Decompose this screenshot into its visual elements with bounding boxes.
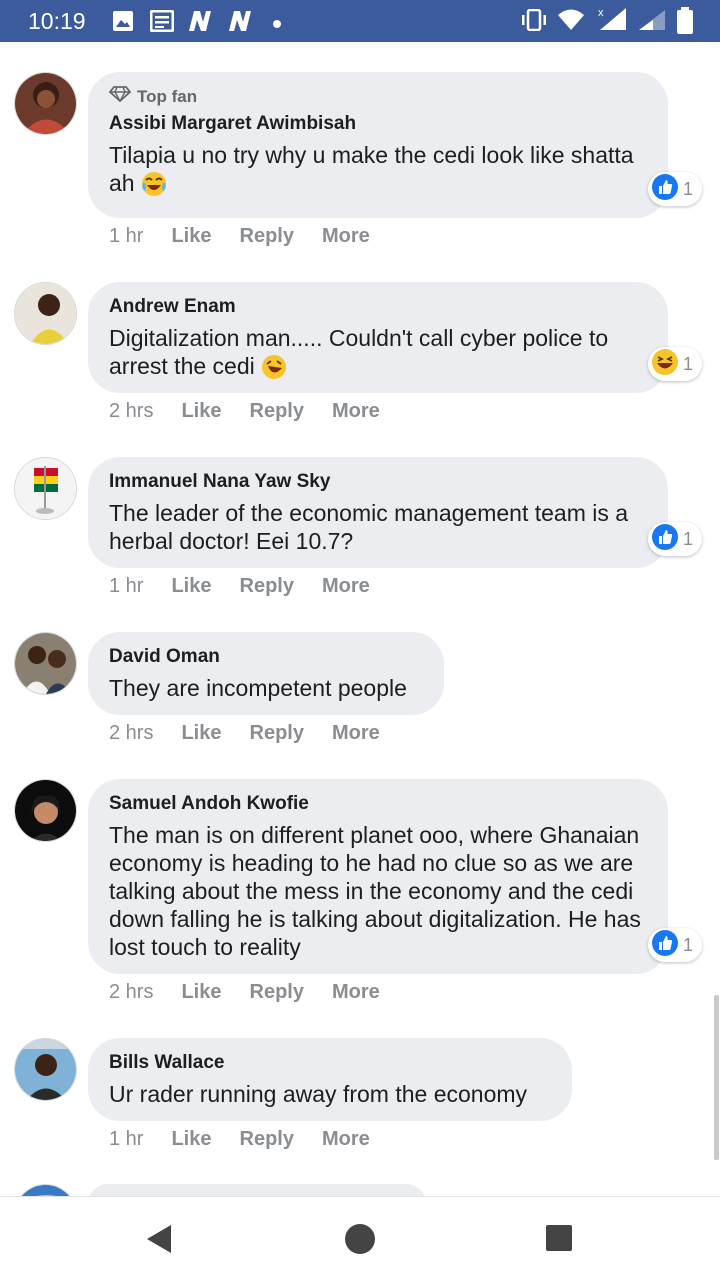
like-button[interactable]: Like: [171, 1128, 211, 1151]
status-bar: 10:19 x: [0, 0, 720, 42]
comment-time[interactable]: 1 hr: [109, 1128, 143, 1151]
dot-icon: [272, 16, 282, 34]
comment-text: The man is on different planet ooo, wher…: [109, 822, 641, 960]
rofl-emoji-icon: [261, 354, 287, 386]
like-button[interactable]: Like: [181, 981, 221, 1004]
n-app-icon: [186, 8, 214, 39]
more-button[interactable]: More: [332, 400, 380, 423]
signal-icon: x: [597, 6, 629, 37]
comment-text-body: Digitalization man..... Couldn't call cy…: [109, 325, 609, 379]
like-button[interactable]: Like: [181, 400, 221, 423]
comment-bubble[interactable]: Immanuel Nana Yaw Sky The leader of the …: [88, 457, 668, 568]
avatar[interactable]: [14, 282, 77, 345]
diamond-icon: [108, 86, 132, 107]
comment-text: The leader of the economic management te…: [109, 500, 629, 554]
avatar[interactable]: [14, 1184, 77, 1196]
comment-text: Digitalization man..... Couldn't call cy…: [109, 324, 648, 386]
back-icon[interactable]: [144, 1223, 174, 1260]
reaction-count[interactable]: 1: [648, 522, 702, 556]
avatar[interactable]: [14, 779, 77, 842]
comments-feed[interactable]: Top fan Assibi Margaret Awimbisah Tilapi…: [0, 42, 720, 1196]
recents-icon[interactable]: [545, 1224, 573, 1257]
more-button[interactable]: More: [322, 1128, 370, 1151]
avatar[interactable]: [14, 1038, 77, 1101]
battery-icon: [676, 7, 694, 40]
more-button[interactable]: More: [332, 981, 380, 1004]
reaction-count-label: 1: [683, 178, 694, 199]
reaction-count-label: 1: [683, 353, 694, 374]
wifi-icon: [557, 8, 585, 37]
badge-label: Top fan: [137, 86, 198, 106]
comment-author[interactable]: Bills Wallace: [109, 1052, 552, 1074]
comment-actions: 1 hr Like Reply More: [109, 225, 398, 248]
reply-button[interactable]: Reply: [250, 400, 304, 423]
reaction-count[interactable]: 1: [648, 347, 702, 381]
reply-button[interactable]: Reply: [250, 722, 304, 745]
comment-text: Tilapia u no try why u make the cedi loo…: [109, 141, 648, 203]
comment-bubble[interactable]: [88, 1184, 426, 1196]
reply-button[interactable]: Reply: [250, 981, 304, 1004]
scrollbar[interactable]: [714, 995, 719, 1160]
svg-text:x: x: [598, 7, 604, 19]
image-icon: [112, 10, 134, 37]
news-icon: [149, 9, 175, 37]
comment-actions: 1 hr Like Reply More: [109, 575, 398, 598]
comment-actions: 2 hrs Like Reply More: [109, 400, 408, 423]
reaction-count-label: 1: [683, 934, 694, 955]
comment-text: Ur rader running away from the economy: [109, 1081, 528, 1107]
reply-button[interactable]: Reply: [240, 225, 294, 248]
avatar[interactable]: [14, 457, 77, 520]
comment-author[interactable]: David Oman: [109, 646, 424, 668]
comment-author[interactable]: Andrew Enam: [109, 296, 648, 318]
signal-icon: [637, 8, 667, 37]
comment-time[interactable]: 1 hr: [109, 575, 143, 598]
comment-author[interactable]: Immanuel Nana Yaw Sky: [109, 471, 648, 493]
more-button[interactable]: More: [322, 575, 370, 598]
home-icon[interactable]: [343, 1222, 377, 1261]
like-button[interactable]: Like: [181, 722, 221, 745]
comment-time[interactable]: 1 hr: [109, 225, 143, 248]
more-button[interactable]: More: [322, 225, 370, 248]
top-fan-badge: Top fan: [108, 86, 648, 107]
status-time: 10:19: [28, 8, 86, 34]
comment-time[interactable]: 2 hrs: [109, 722, 153, 745]
comment-time[interactable]: 2 hrs: [109, 400, 153, 423]
comment-author[interactable]: Assibi Margaret Awimbisah: [109, 113, 648, 135]
comment-time[interactable]: 2 hrs: [109, 981, 153, 1004]
comment-bubble[interactable]: Andrew Enam Digitalization man..... Coul…: [88, 282, 668, 393]
reply-button[interactable]: Reply: [240, 575, 294, 598]
haha-reaction-icon: [651, 348, 679, 381]
comment-author[interactable]: Samuel Andoh Kwofie: [109, 793, 648, 815]
n-app-icon: [226, 8, 254, 39]
like-button[interactable]: Like: [171, 225, 211, 248]
reaction-count-label: 1: [683, 528, 694, 549]
reaction-count[interactable]: 1: [648, 172, 702, 206]
more-button[interactable]: More: [332, 722, 380, 745]
like-button[interactable]: Like: [171, 575, 211, 598]
comment-bubble[interactable]: Samuel Andoh Kwofie The man is on differ…: [88, 779, 668, 974]
comment-text-body: Tilapia u no try why u make the cedi loo…: [109, 142, 634, 196]
comment-actions: 2 hrs Like Reply More: [109, 981, 408, 1004]
comment-actions: 2 hrs Like Reply More: [109, 722, 408, 745]
comment-actions: 1 hr Like Reply More: [109, 1128, 398, 1151]
comment-bubble[interactable]: Top fan Assibi Margaret Awimbisah Tilapi…: [88, 72, 668, 218]
comment-text: They are incompetent people: [109, 675, 407, 701]
comment-bubble[interactable]: Bills Wallace Ur rader running away from…: [88, 1038, 572, 1121]
avatar[interactable]: [14, 72, 77, 135]
navigation-bar: [0, 1196, 720, 1280]
avatar[interactable]: [14, 632, 77, 695]
reaction-count[interactable]: 1: [648, 928, 702, 962]
reply-button[interactable]: Reply: [240, 1128, 294, 1151]
comment-bubble[interactable]: David Oman They are incompetent people: [88, 632, 444, 715]
like-reaction-icon: [651, 929, 679, 962]
like-reaction-icon: [651, 523, 679, 556]
like-reaction-icon: [651, 173, 679, 206]
vibrate-icon: [520, 8, 548, 36]
joy-emoji-icon: [141, 171, 167, 203]
